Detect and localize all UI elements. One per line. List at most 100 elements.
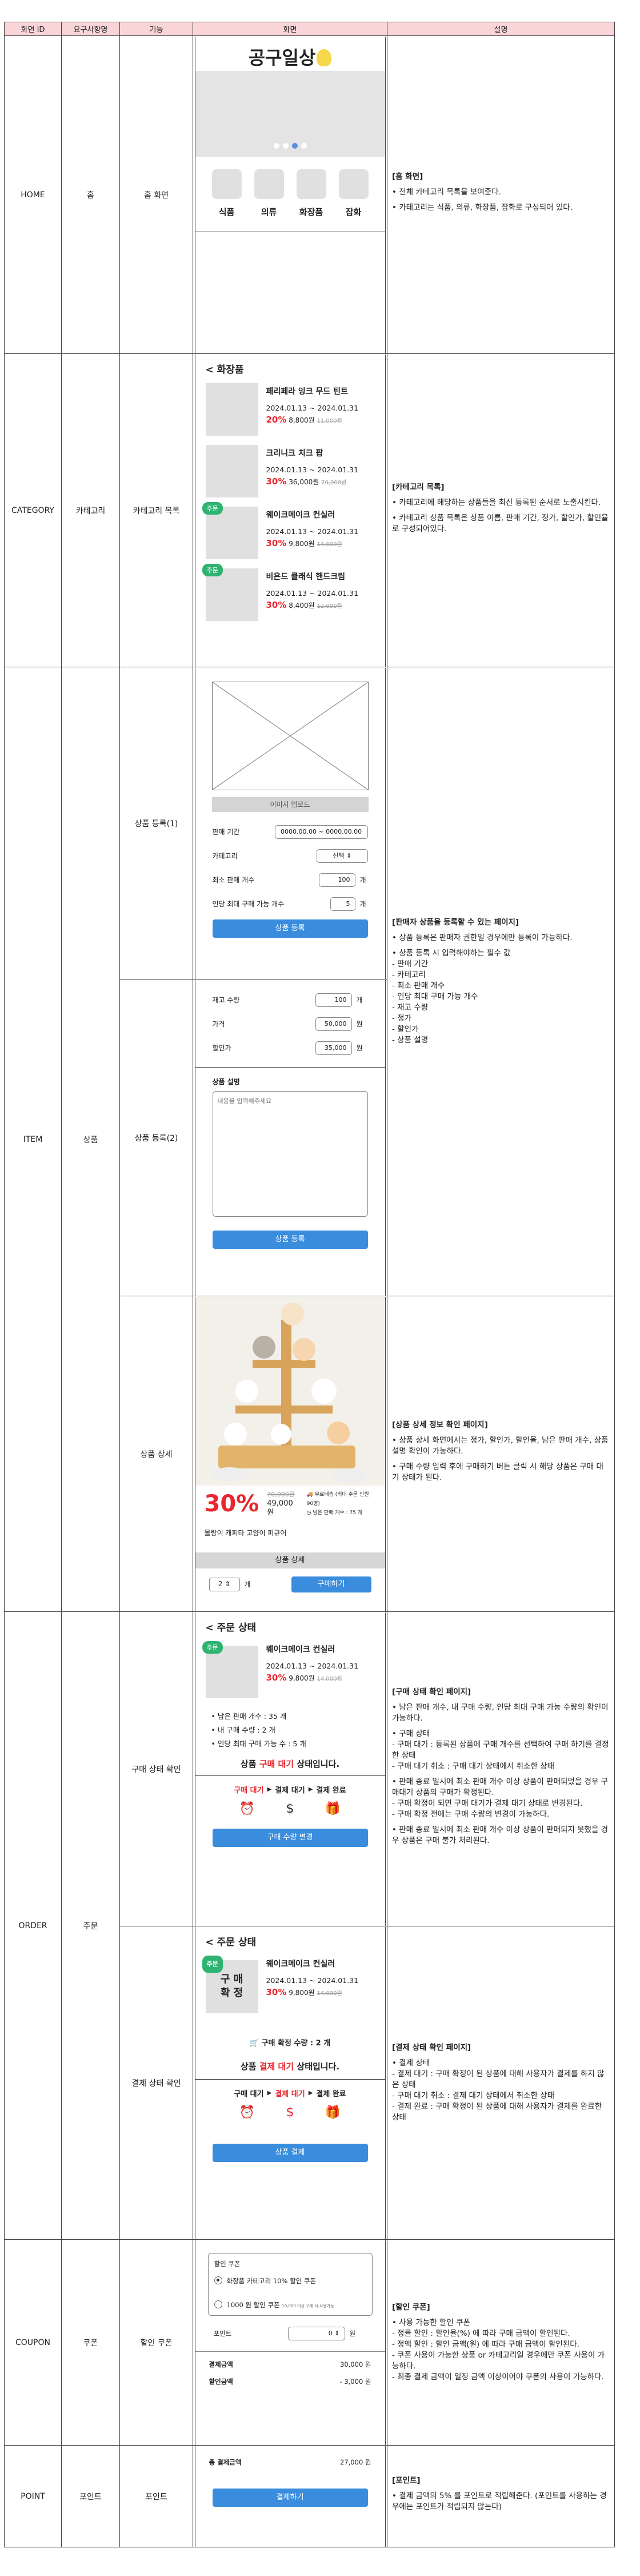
product-thumbnail [205,444,258,497]
product-item[interactable]: 주문 웨이크메이크 컨실러 2024.01.13 ~ 2024.01.31 30% … [195,501,385,564]
row-category: CATEGORY 카테고리 카테고리 목록 < 화장품 페리페라 잉크 무드 틴… [4,353,615,667]
product-item[interactable]: 크리니크 치크 팝 2024.01.13 ~ 2024.01.31 30% 36,0… [195,440,385,502]
limit-row: 인당 최대 구매 가능 개수 5 개 [213,892,368,916]
sale-price: 36,000원 [289,477,319,486]
register-form-1: 이미지 업로드 판매 기간 0000.00.00 ~ 0000.00.00 카테고… [194,667,386,979]
product-date: 2024.01.13 ~ 2024.01.31 [266,527,359,536]
description-label: 상품 설명 [212,1077,240,1086]
carousel-dots[interactable] [195,142,385,151]
sale-price: 49,000원 [267,1499,293,1517]
function-cell: 홈 화면 [119,35,193,354]
product-name: 비욘드 클래식 핸드크림 [266,572,346,582]
description-textarea[interactable]: 내용을 입력해주세요 [212,1090,368,1217]
category-food[interactable]: 식품 [211,169,242,218]
screen-id-cell: COUPON [4,2239,62,2446]
coupon-option-2[interactable]: 1000 원 할인 쿠폰 10,000 이상 구매 시 사용가능 [214,2300,366,2310]
price-block: 30% 70,000원 49,000원 🚚 무료배송 (최대 주문 인원 90명… [204,1490,369,1517]
category-grid: 식품 의류 화장품 잡화 [195,157,385,218]
category-goods[interactable]: 잡화 [338,169,369,218]
description-cell: [포인트] • 결제 금액의 5% 를 포인트로 적립해준다. (포인트를 사용… [387,2445,615,2547]
point-field[interactable]: 0 ⇕ [287,2326,345,2340]
pay-button[interactable]: 결제하기 [212,2488,368,2507]
product-item[interactable]: 페리페라 잉크 무드 틴트 2024.01.13 ~ 2024.01.31 20% … [195,379,385,440]
function-cell: 구매 상태 확인 [119,1611,193,1926]
limit-field[interactable]: 5 [330,897,355,911]
screen-cell: 할인 쿠폰 화장품 카테고리 10% 할인 쿠폰 1000 원 할인 쿠폰 10… [193,2239,387,2446]
stock-row: 재고 수량 100 개 [213,988,368,1012]
product-name: 크리니크 치크 팝 [266,448,323,458]
function-cell: 상품 등록(1) [119,667,193,980]
screen-cell: 이미지 업로드 판매 기간 0000.00.00 ~ 0000.00.00 카테고… [193,667,387,980]
header-requirement: 요구사항명 [61,22,120,36]
screen-id-cell: ITEM [4,667,62,1612]
screen-id-cell: POINT [4,2445,62,2547]
header-description: 설명 [387,22,615,36]
stock-field[interactable]: 100 [315,993,352,1007]
radio-selected-icon[interactable] [214,2276,222,2284]
product-thumbnail: 주문 [202,563,258,621]
order-product: 주문 구 매 확 정 웨이크메이크 컨실러 2024.01.13 ~ 2024.01… [195,1951,385,2021]
header-row: 화면 ID 요구사항명 기능 화면 설명 [4,22,615,36]
home-mockup: 공구일상 식품 의류 화장품 잡화 [194,36,386,353]
product-name: 웨이크메이크 컨실러 [266,510,335,520]
back-title[interactable]: < 화장품 [195,355,385,379]
category-mockup: < 화장품 페리페라 잉크 무드 틴트 2024.01.13 ~ 2024.01.… [194,354,386,667]
order-badge: 주문 [202,1641,223,1654]
spec-table: 화면 ID 요구사항명 기능 화면 설명 HOME 홈 홈 화면 공구일상 식품… [4,22,615,2547]
function-cell: 할인 쿠폰 [119,2239,193,2446]
total-row: 결제금액 30,000 원 [209,2360,371,2368]
image-upload-button[interactable]: 이미지 업로드 [211,797,369,812]
requirement-cell: 카테고리 [61,353,120,667]
function-cell: 결제 상태 확인 [119,1926,193,2240]
sale-period-field[interactable]: 0000.00.00 ~ 0000.00.00 [274,825,368,839]
min-count-field[interactable]: 100 [318,873,355,887]
screen-cell: < 주문 상태 주문 구 매 확 정 웨이크메이크 컨실러 2024.01.13 ~… [193,1926,387,2240]
status-icons: ⏰ $ 🎁 [195,1795,385,1823]
category-cosmetics[interactable]: 화장품 [296,169,326,218]
product-date: 2024.01.13 ~ 2024.01.31 [266,403,359,412]
coupon-option-1[interactable]: 화장품 카테고리 10% 할인 쿠폰 [214,2276,366,2286]
sale-price-field[interactable]: 35,000 [315,1041,352,1055]
description-cell: [상품 상세 정보 확인 페이지] • 상품 상세 화면에서는 정가, 할인가,… [387,1296,615,1612]
function-cell: 포인트 [119,2445,193,2547]
header-function: 기능 [119,22,193,36]
product-item[interactable]: 주문 비욘드 클래식 핸드크림 2024.01.13 ~ 2024.01.31 30… [195,563,385,626]
requirement-cell: 주문 [61,1611,120,2240]
order-summary: • 남은 판매 개수 : 35 개 • 내 구매 수량 : 2 개 • 인당 최대 … [211,1711,306,1748]
product-image [195,1296,385,1486]
updown-icon: ⇕ [346,851,352,859]
category-select[interactable]: 선택 ⇕ [317,849,368,863]
payment-status-mockup: < 주문 상태 주문 구 매 확 정 웨이크메이크 컨실러 2024.01.13 ~… [194,1926,386,2239]
original-price: 12,000원 [317,603,342,610]
screen-cell: 총 결제금액 27,000 원 결제하기 [193,2445,387,2547]
discount-row: 할인금액 - 3,000 원 [209,2377,371,2386]
back-title[interactable]: < 주문 상태 [195,1927,385,1951]
row-item-register-1: ITEM 상품 상품 등록(1) 이미지 업로드 판매 기간 0000.00.00… [4,667,615,1612]
radio-icon[interactable] [214,2300,222,2308]
image-placeholder [211,681,369,790]
register-button[interactable]: 상품 등록 [212,1230,368,1249]
product-thumbnail: 주문 [202,501,258,559]
discount-rate: 30% [266,476,287,487]
order-badge: 주문 [202,1955,223,1973]
category-clothing[interactable]: 의류 [254,169,284,218]
screen-cell: < 화장품 페리페라 잉크 무드 틴트 2024.01.13 ~ 2024.01.… [193,353,387,667]
pay-button[interactable]: 상품 결제 [212,2143,368,2162]
final-total-row: 총 결제금액 27,000 원 [209,2458,371,2466]
point-mockup: 총 결제금액 27,000 원 결제하기 [194,2446,386,2547]
banner-carousel[interactable] [195,70,385,157]
back-title[interactable]: < 주문 상태 [195,1613,385,1637]
screen-id-cell: CATEGORY [4,353,62,667]
detail-tab[interactable]: 상품 상세 [195,1552,385,1568]
function-cell: 카테고리 목록 [119,353,193,667]
buy-button[interactable]: 구매하기 [291,1576,371,1592]
min-count-row: 최소 판매 개수 100 개 [213,868,368,892]
confirm-quantity: 🛒 구매 확정 수량 : 2 개 [249,2038,331,2048]
header-screen-id: 화면 ID [4,22,62,36]
price-field[interactable]: 50,000 [315,1017,352,1031]
point-row: 포인트 0 ⇕ 원 [208,2322,373,2346]
quantity-stepper[interactable]: 2 ⇕ [209,1577,240,1591]
description-cell: [홈 화면] • 전체 카테고리 목록을 보여준다. • 카테고리는 식품, 의… [387,35,615,354]
change-quantity-button[interactable]: 구매 수량 변경 [212,1828,368,1847]
register-button[interactable]: 상품 등록 [212,919,368,938]
